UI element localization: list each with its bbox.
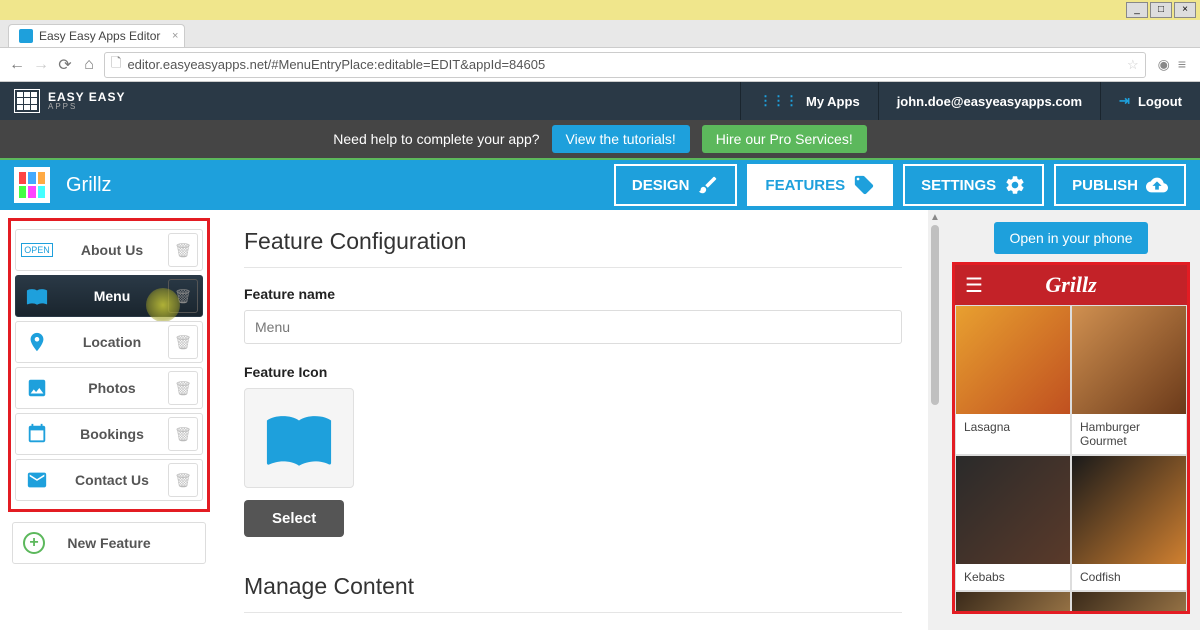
logout-link[interactable]: ⇥ Logout [1100, 82, 1200, 120]
logo-icon [14, 89, 40, 113]
gear-icon [1004, 174, 1026, 196]
design-tab[interactable]: DESIGN [614, 164, 738, 206]
trash-icon[interactable]: 🗑 [168, 233, 198, 267]
back-icon[interactable]: ← [8, 56, 26, 74]
browser-tab[interactable]: Easy Easy Apps Editor × [8, 24, 185, 47]
trash-icon[interactable]: 🗑 [168, 279, 198, 313]
menu-item[interactable]: Codfish [1071, 455, 1187, 591]
hire-pro-button[interactable]: Hire our Pro Services! [702, 125, 867, 153]
config-panel: Feature Configuration Feature name Featu… [218, 210, 928, 630]
feature-item-menu[interactable]: Menu 🗑 [15, 275, 203, 317]
window-controls: _ □ × [0, 0, 1200, 20]
tab-title: Easy Easy Apps Editor [39, 29, 160, 43]
config-heading: Feature Configuration [244, 228, 902, 268]
scroll-thumb[interactable] [931, 225, 939, 405]
food-image [1072, 456, 1186, 564]
brush-icon [697, 174, 719, 196]
hamburger-icon[interactable]: ☰ [965, 273, 983, 298]
help-prompt: Need help to complete your app? [333, 131, 539, 147]
feature-item-contact-us[interactable]: Contact Us 🗑 [15, 459, 203, 501]
food-image [1072, 592, 1186, 611]
menu-item[interactable] [1071, 591, 1187, 611]
app-name: Grillz [66, 174, 112, 197]
page-icon: 🗋 [111, 54, 121, 76]
pin-icon [26, 331, 48, 353]
maximize-button[interactable]: □ [1150, 2, 1172, 18]
menu-icon[interactable]: ≡ [1178, 56, 1186, 73]
bookmark-star-icon[interactable]: ☆ [1127, 57, 1139, 73]
publish-tab[interactable]: PUBLISH [1054, 164, 1186, 206]
tag-icon [853, 174, 875, 196]
food-image [956, 306, 1070, 414]
close-tab-icon[interactable]: × [172, 30, 178, 42]
my-apps-link[interactable]: ⋮⋮⋮ My Apps [740, 82, 878, 120]
cloud-upload-icon [1146, 174, 1168, 196]
trash-icon[interactable]: 🗑 [168, 417, 198, 451]
workspace: OPEN About Us 🗑 Menu 🗑 Location 🗑 Photos… [0, 210, 1200, 630]
new-feature-button[interactable]: + New Feature [12, 522, 206, 564]
food-image [1072, 306, 1186, 414]
food-image [956, 592, 1070, 611]
reload-icon[interactable]: ⟳ [56, 55, 74, 75]
image-icon [26, 377, 48, 399]
trash-icon[interactable]: 🗑 [168, 371, 198, 405]
home-icon[interactable]: ⌂ [80, 56, 98, 74]
logout-icon: ⇥ [1119, 93, 1130, 109]
book-open-icon [259, 403, 339, 473]
url-text: editor.easyeasyapps.net/#MenuEntryPlace:… [127, 57, 545, 72]
settings-tab[interactable]: SETTINGS [903, 164, 1044, 206]
address-bar[interactable]: 🗋 editor.easyeasyapps.net/#MenuEntryPlac… [104, 52, 1146, 78]
feature-sidebar: OPEN About Us 🗑 Menu 🗑 Location 🗑 Photos… [0, 210, 218, 630]
open-in-phone-button[interactable]: Open in your phone [994, 222, 1149, 254]
minimize-button[interactable]: _ [1126, 2, 1148, 18]
preview-pane: Open in your phone ☰ Grillz Lasagna Hamb… [942, 210, 1200, 630]
menu-item[interactable]: Kebabs [955, 455, 1071, 591]
scroll-up-icon[interactable]: ▲ [928, 210, 942, 225]
extension-icon[interactable]: ◉ [1158, 56, 1170, 73]
menu-item[interactable] [955, 591, 1071, 611]
menu-item[interactable]: Lasagna [955, 305, 1071, 455]
grid-icon: ⋮⋮⋮ [759, 93, 798, 109]
trash-icon[interactable]: 🗑 [168, 463, 198, 497]
app-header: EASY EASY APPS ⋮⋮⋮ My Apps john.doe@easy… [0, 82, 1200, 120]
phone-brand: Grillz [1045, 272, 1096, 298]
envelope-icon [26, 469, 48, 491]
action-bar: Grillz DESIGN FEATURES SETTINGS PUBLISH [0, 158, 1200, 210]
food-image [956, 456, 1070, 564]
feature-item-location[interactable]: Location 🗑 [15, 321, 203, 363]
phone-header: ☰ Grillz [955, 265, 1187, 305]
favicon [19, 29, 33, 43]
scrollbar[interactable]: ▲ [928, 210, 942, 630]
open-sign-icon: OPEN [21, 243, 53, 257]
trash-icon[interactable]: 🗑 [168, 325, 198, 359]
book-icon [26, 285, 48, 307]
feature-name-input[interactable] [244, 310, 902, 344]
feature-list-highlight: OPEN About Us 🗑 Menu 🗑 Location 🗑 Photos… [8, 218, 210, 512]
phone-preview: ☰ Grillz Lasagna Hamburger Gourmet Kebab… [952, 262, 1190, 614]
plus-icon: + [23, 532, 45, 554]
browser-tab-bar: Easy Easy Apps Editor × [0, 20, 1200, 48]
close-window-button[interactable]: × [1174, 2, 1196, 18]
feature-item-about-us[interactable]: OPEN About Us 🗑 [15, 229, 203, 271]
menu-item[interactable]: Hamburger Gourmet [1071, 305, 1187, 455]
feature-icon-preview [244, 388, 354, 488]
feature-item-bookings[interactable]: Bookings 🗑 [15, 413, 203, 455]
features-tab[interactable]: FEATURES [747, 164, 893, 206]
browser-toolbar: ← → ⟳ ⌂ 🗋 editor.easyeasyapps.net/#MenuE… [0, 48, 1200, 82]
forward-icon[interactable]: → [32, 56, 50, 74]
my-apps-label: My Apps [806, 94, 860, 109]
logo[interactable]: EASY EASY APPS [0, 89, 139, 113]
select-icon-button[interactable]: Select [244, 500, 344, 537]
feature-item-photos[interactable]: Photos 🗑 [15, 367, 203, 409]
logo-text-bottom: APPS [48, 103, 125, 111]
calendar-icon [26, 423, 48, 445]
manage-content-heading: Manage Content [244, 573, 902, 613]
feature-name-label: Feature name [244, 286, 902, 302]
app-icon [14, 167, 50, 203]
feature-icon-label: Feature Icon [244, 364, 902, 380]
help-bar: Need help to complete your app? View the… [0, 120, 1200, 158]
view-tutorials-button[interactable]: View the tutorials! [552, 125, 690, 153]
user-email[interactable]: john.doe@easyeasyapps.com [878, 82, 1100, 120]
